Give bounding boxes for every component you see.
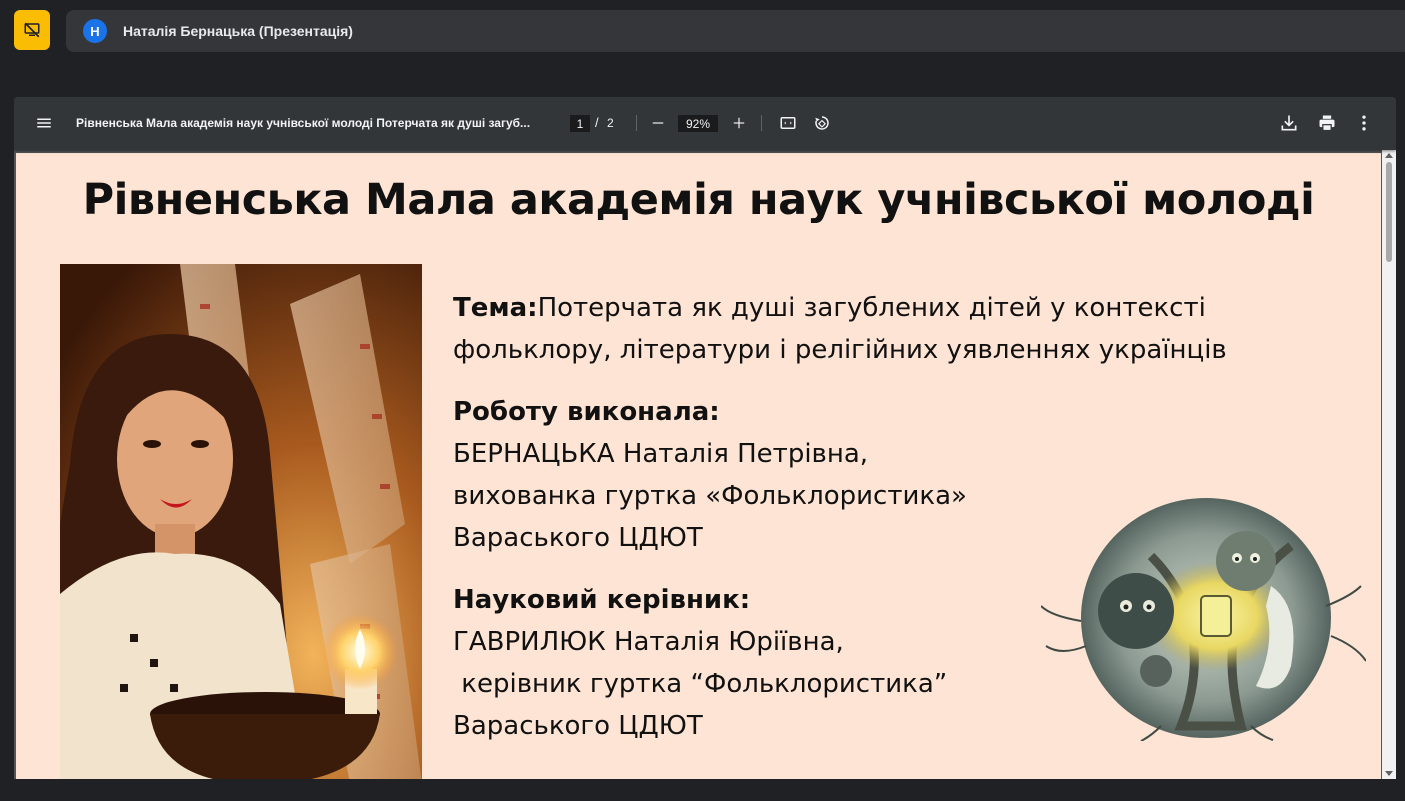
- scroll-up-button[interactable]: [1384, 151, 1394, 159]
- zoom-input[interactable]: 92%: [678, 115, 718, 132]
- scrollbar-thumb[interactable]: [1386, 162, 1392, 262]
- topic-text-line-2: фольклору, літератури і релігійних уявле…: [453, 335, 1227, 365]
- menu-icon: [37, 118, 51, 128]
- vertical-scrollbar[interactable]: [1382, 150, 1396, 779]
- document-title: Рівненська Мала академія наук учнівської…: [76, 116, 531, 130]
- download-button[interactable]: [1279, 113, 1299, 133]
- presenter-bar: Н Наталія Бернацька (Презентація): [66, 10, 1405, 52]
- stop-presenting-button[interactable]: [14, 10, 50, 50]
- rotate-button[interactable]: [812, 113, 832, 133]
- author-label: Роботу виконала:: [453, 397, 720, 427]
- page-separator: /: [595, 115, 599, 130]
- more-options-button[interactable]: [1354, 113, 1374, 133]
- minus-icon: [652, 122, 664, 124]
- more-vert-icon: [1362, 115, 1366, 131]
- page-total: 2: [607, 116, 614, 130]
- download-icon: [1281, 115, 1297, 131]
- slide-title: Рівненська Мала академія наук учнівської…: [82, 175, 1315, 225]
- pdf-viewer: Рівненська Мала академія наук учнівської…: [14, 97, 1396, 779]
- chevron-up-icon: [1385, 153, 1393, 158]
- scroll-down-button[interactable]: [1384, 770, 1394, 778]
- topic-paragraph: Тема:Потерчата як душі загублених дітей …: [453, 287, 1283, 371]
- photo-girl-with-candle: [60, 264, 422, 779]
- folklore-illustration: [1040, 496, 1367, 742]
- zoom-out-button[interactable]: [650, 115, 666, 131]
- chevron-down-icon: [1385, 771, 1393, 776]
- print-icon: [1319, 115, 1335, 132]
- zoom-in-button[interactable]: [731, 115, 747, 131]
- avatar: Н: [83, 19, 107, 43]
- stop-presenting-icon: [24, 22, 40, 38]
- fit-to-page-button[interactable]: [778, 113, 798, 133]
- presenter-name: Наталія Бернацька (Презентація): [123, 23, 353, 39]
- topic-label: Тема:: [453, 293, 538, 323]
- menu-button[interactable]: [34, 113, 54, 133]
- print-button[interactable]: [1317, 113, 1337, 133]
- plus-icon: [733, 117, 745, 129]
- author-line: БЕРНАЦЬКА Наталія Петрівна,: [453, 439, 869, 469]
- pdf-page: Рівненська Мала академія наук учнівської…: [16, 153, 1381, 779]
- rotate-icon: [815, 116, 829, 130]
- toolbar-divider: [636, 115, 637, 131]
- page-number-input[interactable]: 1: [570, 115, 590, 132]
- pdf-toolbar: Рівненська Мала академія наук учнівської…: [14, 97, 1396, 150]
- fit-to-page-icon: [780, 117, 796, 129]
- toolbar-divider: [761, 115, 762, 131]
- topic-text-line-1: Потерчата як душі загублених дітей у кон…: [537, 293, 1206, 323]
